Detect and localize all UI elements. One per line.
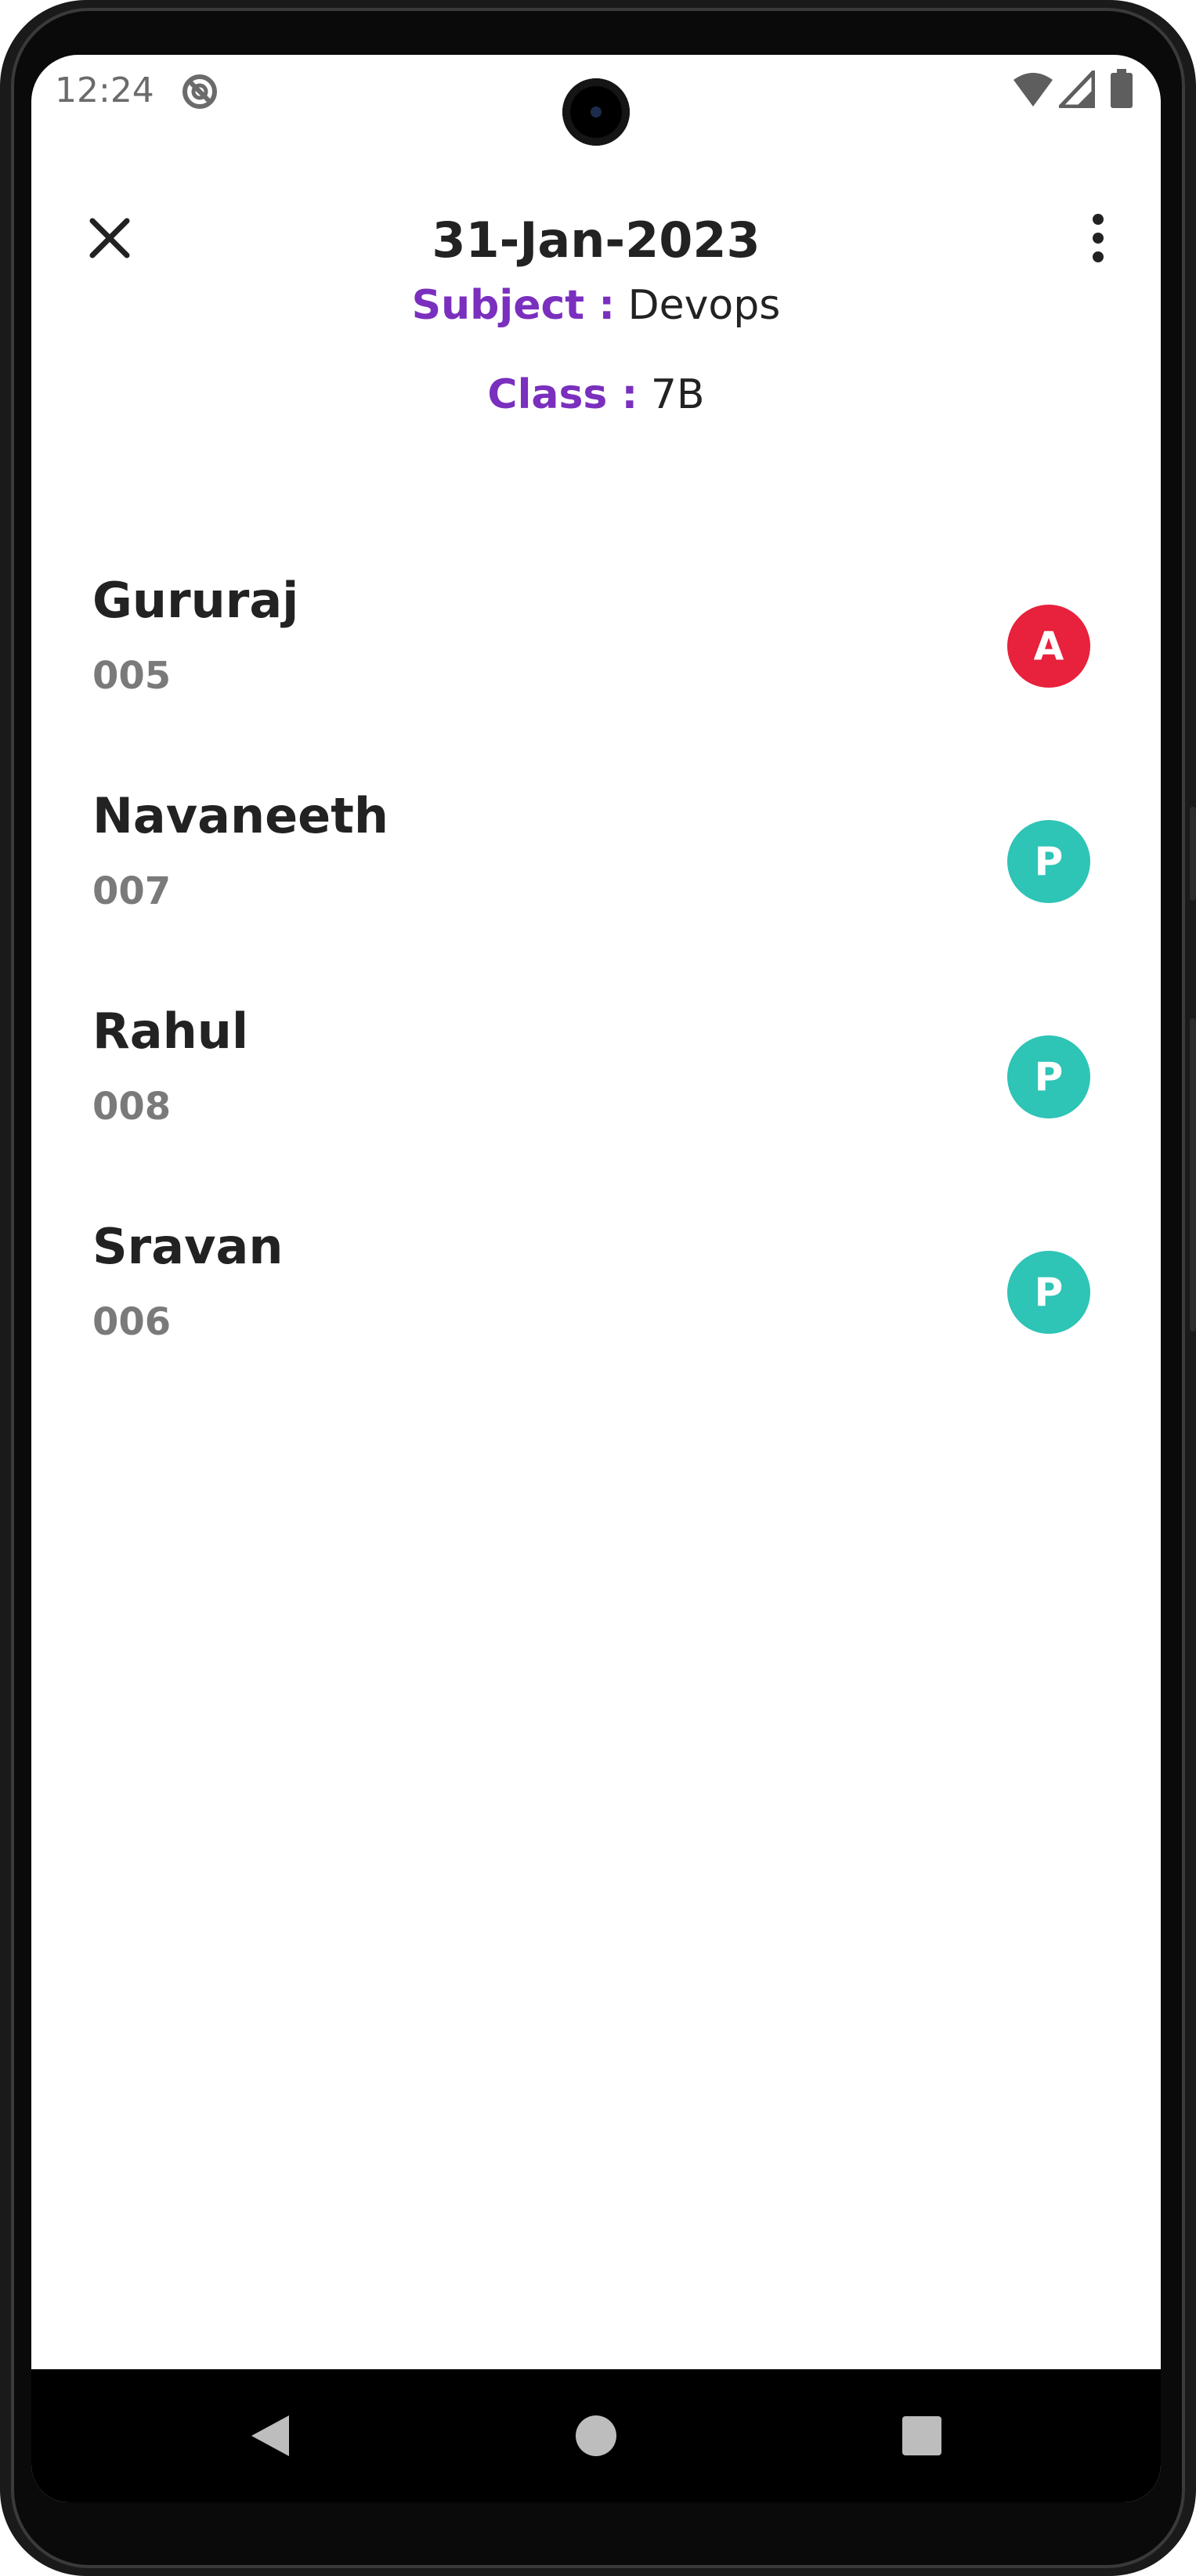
no-disturb-icon [180,72,219,114]
power-button [1190,1018,1196,1331]
attendance-status-badge[interactable]: P [1007,1035,1090,1118]
student-row[interactable]: Navaneeth 007 P [31,732,1161,948]
student-id: 006 [92,1300,172,1344]
student-name: Rahul [92,1003,249,1060]
back-button[interactable] [243,2408,298,2463]
more-vertical-icon [1093,214,1104,262]
back-triangle-icon [251,2415,289,2456]
subject-line: Subject : Devops [31,282,1161,329]
attendance-status-badge[interactable]: A [1007,605,1090,688]
student-id: 008 [92,1085,172,1129]
student-name: Gururaj [92,572,299,629]
student-row[interactable]: Sravan 006 P [31,1163,1161,1378]
student-row[interactable]: Rahul 008 P [31,948,1161,1163]
app-bar: 31-Jan-2023 [31,188,1161,282]
recents-button[interactable] [894,2408,949,2463]
attendance-status-badge[interactable]: P [1007,1251,1090,1334]
system-nav-bar [31,2369,1161,2502]
signal-icon [1058,70,1096,111]
student-row[interactable]: Gururaj 005 A [31,517,1161,732]
app-screen: 12:24 31-Jan-2023 Subject: Devops Class… [31,55,1161,2502]
student-id: 005 [92,654,172,698]
volume-button [1190,807,1196,901]
front-camera [562,78,630,146]
battery-icon [1111,69,1133,111]
status-time: 12:24 [55,70,154,110]
student-name: Sravan [92,1218,284,1275]
wifi-icon [1012,70,1054,111]
student-list: Gururaj 005 A Navaneeth 007 P Rahul 008 … [31,517,1161,1378]
class-label: Class : [487,371,638,418]
class-line: Class : 7B [31,371,1161,418]
page-title: 31-Jan-2023 [432,211,761,269]
home-button[interactable] [569,2408,623,2463]
student-id: 007 [92,869,172,913]
more-options-button[interactable] [1067,207,1129,269]
student-name: Navaneeth [92,787,388,844]
class-value: 7B [650,371,705,418]
subject-label: Subject : [411,282,616,329]
home-circle-icon [576,2415,616,2456]
phone-frame: 12:24 31-Jan-2023 Subject: Devops Class… [0,0,1196,2576]
subject-value: Devops [627,282,781,329]
recents-square-icon [902,2416,941,2455]
attendance-status-badge[interactable]: P [1007,820,1090,903]
